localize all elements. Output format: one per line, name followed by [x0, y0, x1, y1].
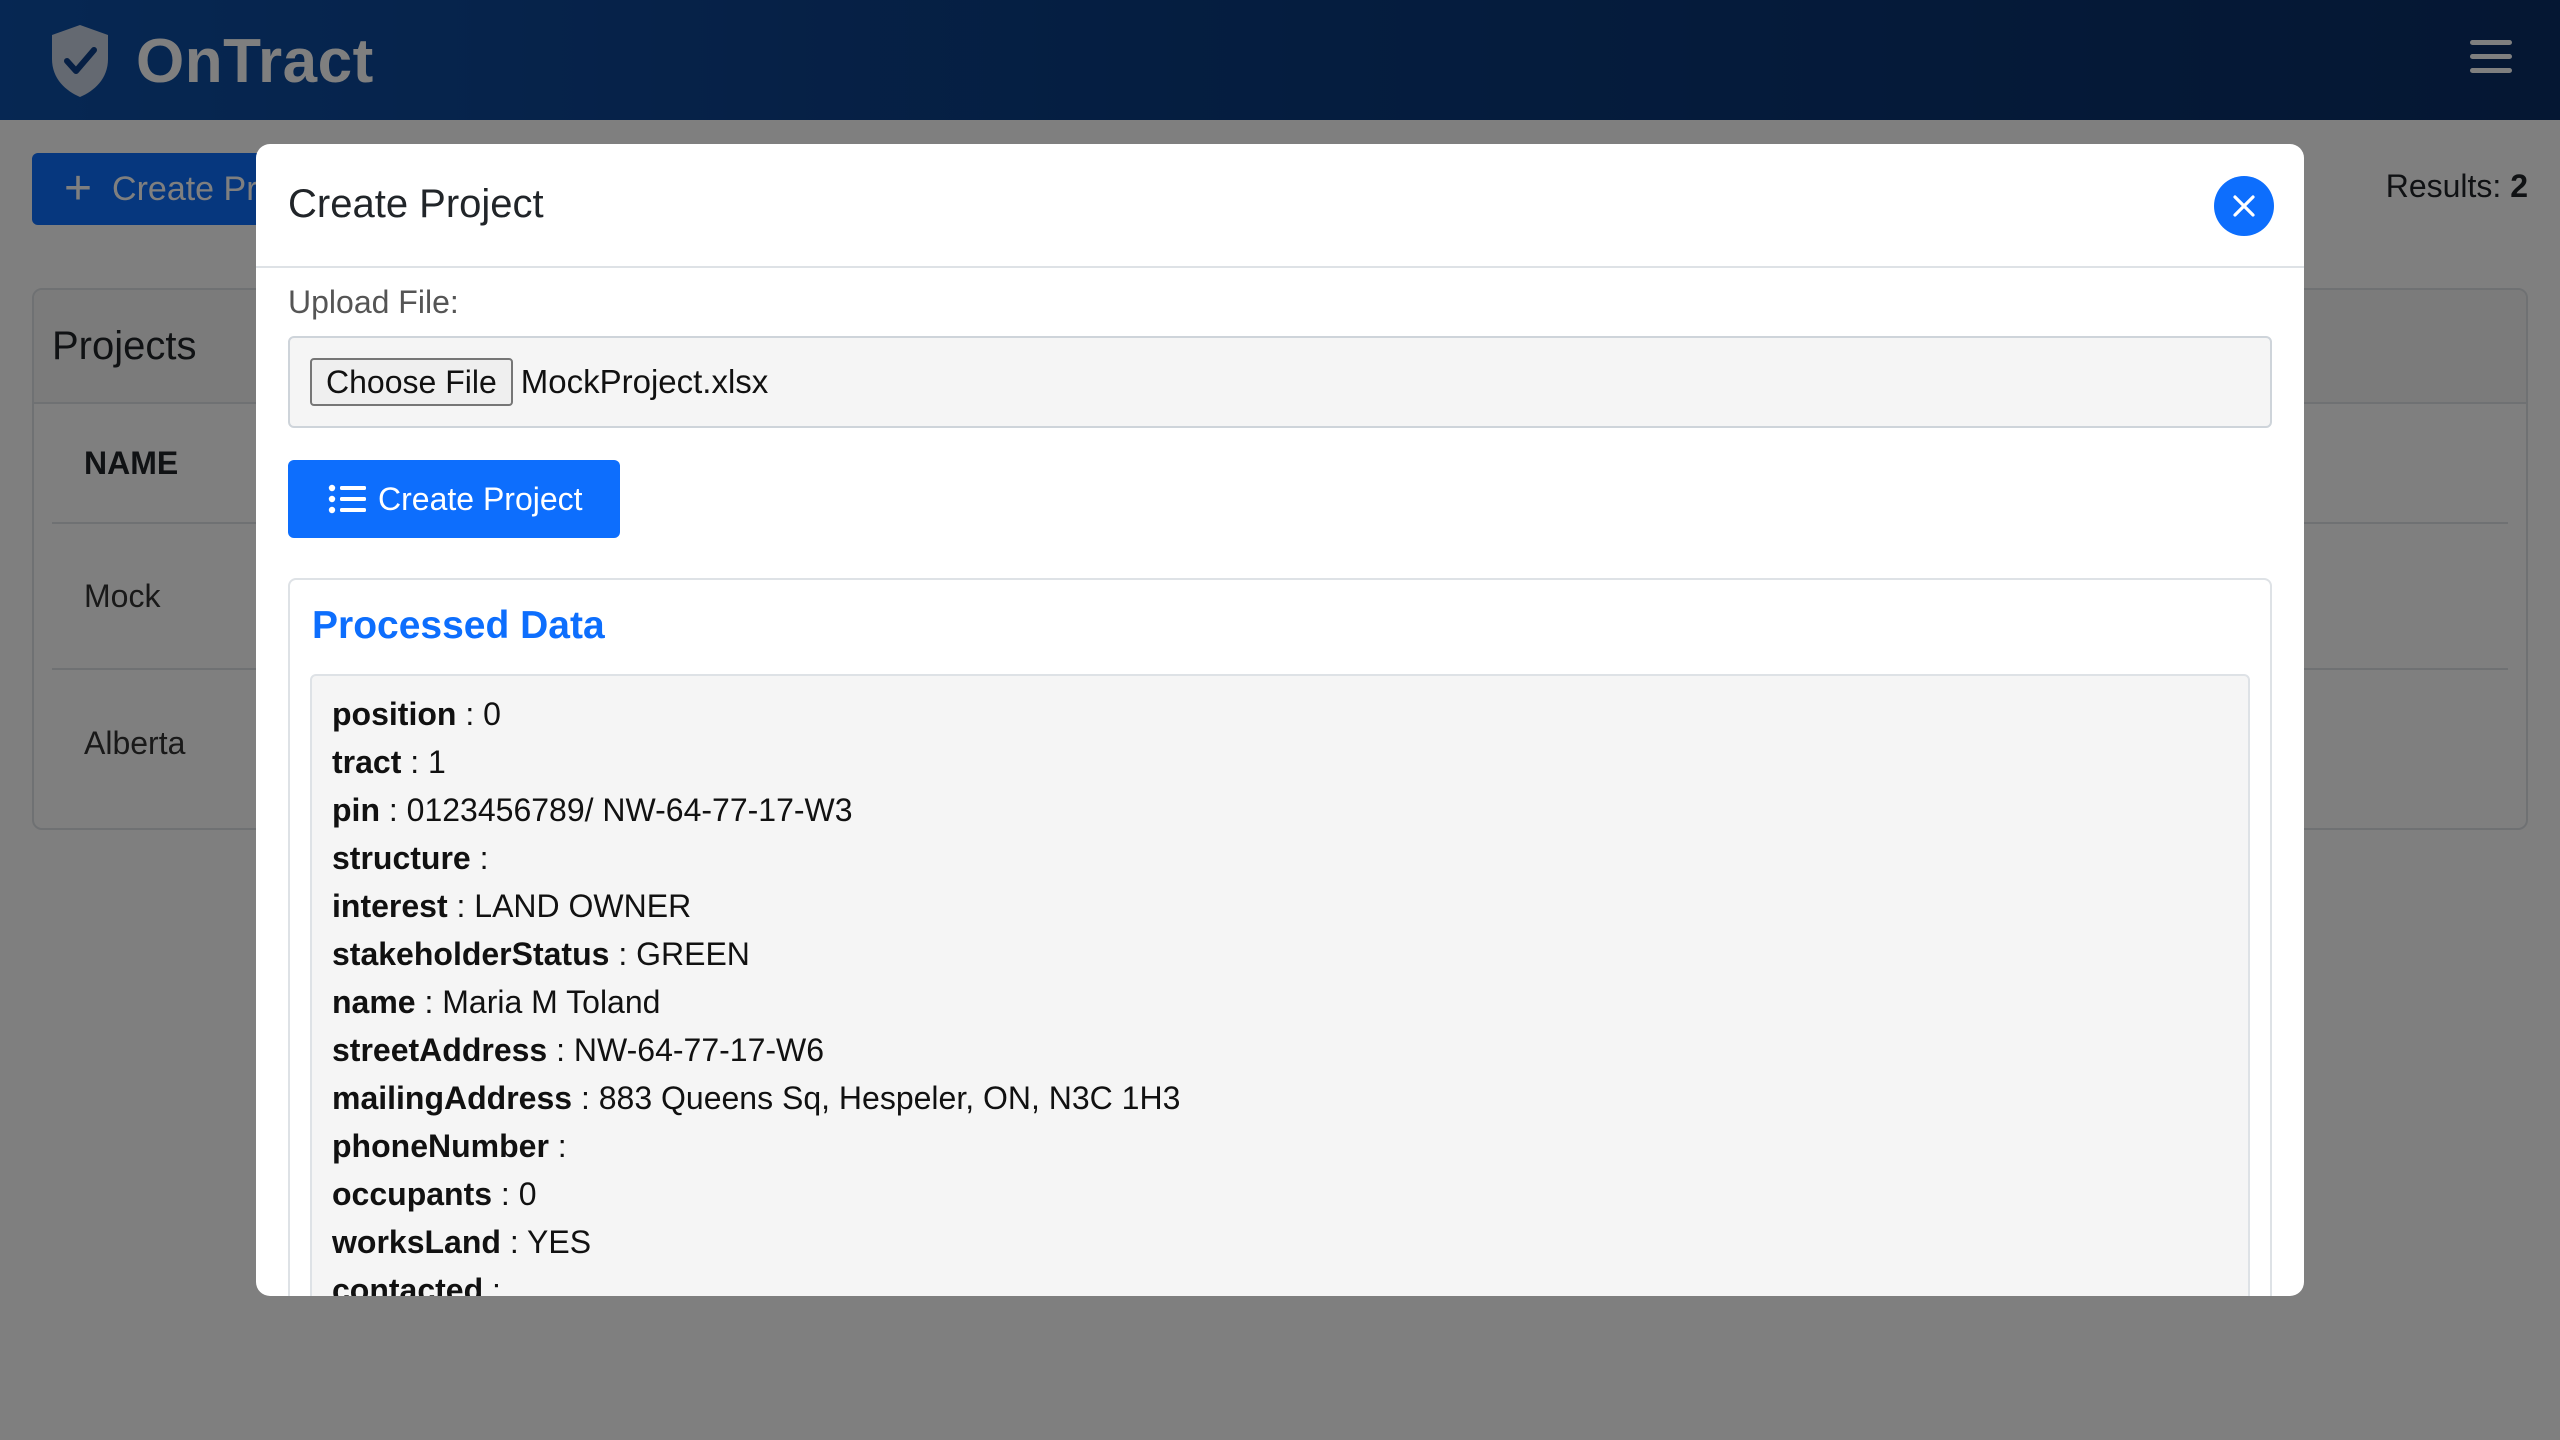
data-field-row: worksLand : YES	[332, 1224, 592, 1260]
field-value: 1	[428, 744, 446, 780]
field-key: streetAddress	[332, 1032, 548, 1068]
data-field-row: mailingAddress : 883 Queens Sq, Hespeler…	[332, 1080, 1181, 1116]
create-project-button[interactable]: Create Project	[288, 460, 620, 538]
modal-body: Upload File: Choose File MockProject.xls…	[256, 280, 2304, 1296]
field-value: 0123456789/ NW-64-77-17-W3	[406, 792, 853, 828]
close-icon	[2233, 195, 2255, 217]
data-field-row: contacted :	[332, 1266, 2228, 1296]
field-value: YES	[527, 1224, 592, 1260]
field-key: tract	[332, 744, 402, 780]
field-value: 0	[483, 696, 501, 732]
field-value: Maria M Toland	[442, 984, 661, 1020]
choose-file-button[interactable]: Choose File	[310, 358, 513, 406]
field-key: pin	[332, 792, 380, 828]
data-field-row: streetAddress : NW-64-77-17-W6	[332, 1032, 825, 1068]
field-key: worksLand	[332, 1224, 501, 1260]
field-key: name	[332, 984, 416, 1020]
field-value: GREEN	[636, 936, 750, 972]
list-icon	[328, 484, 366, 514]
field-value: LAND OWNER	[474, 888, 692, 924]
field-value: NW-64-77-17-W6	[573, 1032, 825, 1068]
data-field-row: position : 0	[332, 696, 501, 732]
field-key: contacted	[332, 1272, 484, 1296]
data-field-row: interest : LAND OWNER	[332, 888, 692, 924]
field-key: occupants	[332, 1176, 493, 1212]
data-field-row: stakeholderStatus : GREEN	[332, 936, 750, 972]
data-field-row: name : Maria M Toland	[332, 984, 661, 1020]
processed-data-card: Processed Data position : 0 tract : 1 pi…	[288, 578, 2272, 1296]
data-field-row: pin : 0123456789/ NW-64-77-17-W3	[332, 792, 853, 828]
create-project-modal: Create Project Upload File: Choose File …	[256, 144, 2304, 1296]
field-key: mailingAddress	[332, 1080, 573, 1116]
field-key: structure	[332, 840, 471, 876]
create-project-button-label: Create Project	[378, 480, 583, 517]
data-field-row: phoneNumber :	[332, 1128, 567, 1164]
upload-file-label: Upload File:	[288, 284, 459, 320]
data-field-row: tract : 1	[332, 744, 446, 780]
data-field-row: occupants : 0	[332, 1176, 537, 1212]
field-key: position	[332, 696, 457, 732]
field-key: interest	[332, 888, 448, 924]
field-value: 0	[518, 1176, 537, 1212]
data-field-row: structure :	[332, 840, 489, 876]
selected-file-name: MockProject.xlsx	[520, 363, 769, 400]
field-key: stakeholderStatus	[332, 936, 610, 972]
file-input[interactable]: Choose File MockProject.xlsx	[288, 336, 2272, 428]
field-value: 883 Queens Sq, Hespeler, ON, N3C 1H3	[598, 1080, 1181, 1116]
modal-header: Create Project	[256, 144, 2304, 268]
processed-data-title: Processed Data	[312, 604, 605, 647]
close-button[interactable]	[2214, 176, 2274, 236]
modal-title: Create Project	[288, 182, 544, 226]
processed-data-list: position : 0 tract : 1 pin : 0123456789/…	[310, 674, 2250, 1296]
field-key: phoneNumber	[332, 1128, 549, 1164]
